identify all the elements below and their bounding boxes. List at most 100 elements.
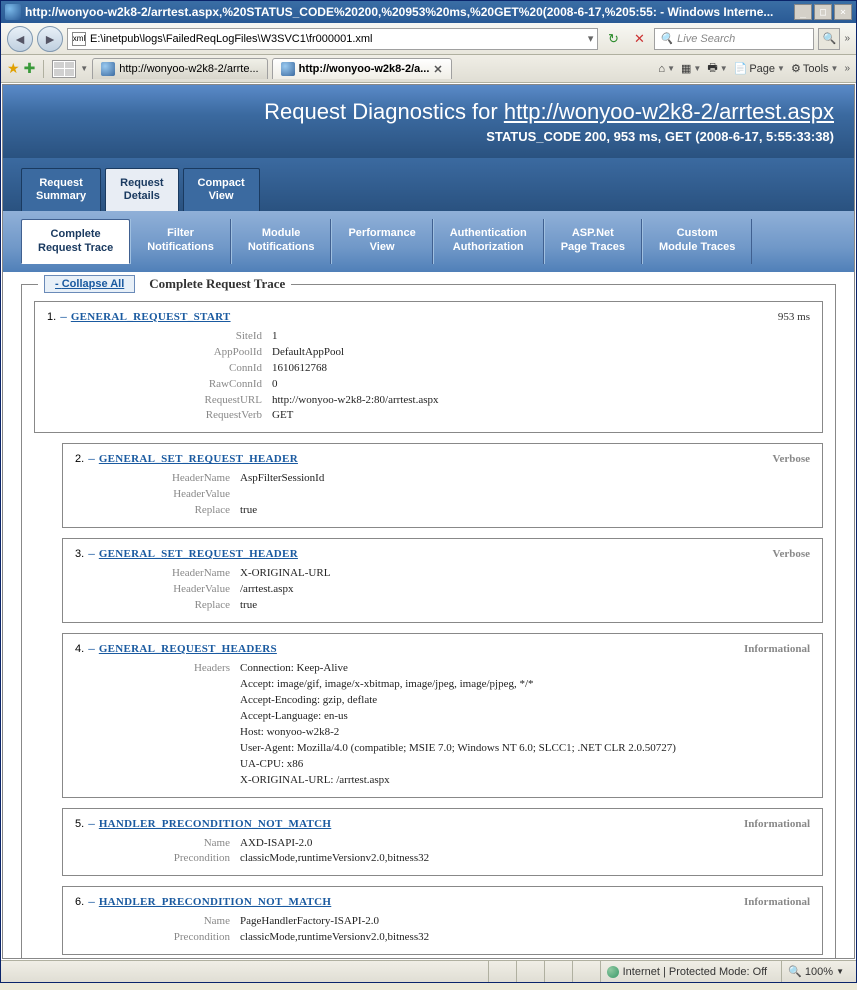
address-text: E:\inetpub\logs\FailedReqLogFiles\W3SVC1… xyxy=(90,33,584,45)
trace-event: 2.–GENERAL_SET_REQUEST_HEADERVerboseHead… xyxy=(62,443,823,528)
diagnostics-header: Request Diagnostics for http://wonyoo-w2… xyxy=(3,85,854,158)
trace-fieldset: - Collapse All Complete Request Trace 1.… xyxy=(21,284,836,959)
tab-request-details[interactable]: Request Details xyxy=(105,168,178,211)
collapse-all-button[interactable]: - Collapse All xyxy=(44,275,135,293)
collapse-toggle[interactable]: – xyxy=(88,452,95,465)
event-value: 1610612768 xyxy=(272,361,810,377)
gear-icon: ⚙ xyxy=(791,62,801,75)
subtab-filter-notifications[interactable]: Filter Notifications xyxy=(130,219,231,263)
event-value: http://wonyoo-w2k8-2:80/arrtest.aspx xyxy=(272,393,810,409)
collapse-toggle[interactable]: – xyxy=(88,817,95,830)
event-number: 1. xyxy=(47,311,56,323)
event-name-link[interactable]: GENERAL_SET_REQUEST_HEADER xyxy=(99,548,298,560)
collapse-toggle[interactable]: – xyxy=(88,642,95,655)
maximize-button[interactable]: □ xyxy=(814,4,832,20)
close-tab-icon[interactable]: ✕ xyxy=(433,63,442,76)
event-level: Verbose xyxy=(773,453,810,465)
stop-button[interactable]: ✕ xyxy=(628,28,650,50)
forward-button[interactable]: ► xyxy=(37,26,63,52)
event-key: Name xyxy=(75,914,240,930)
event-name-link[interactable]: HANDLER_PRECONDITION_NOT_MATCH xyxy=(99,818,331,830)
event-key: Headers xyxy=(75,661,240,789)
titlebar: http://wonyoo-w2k8-2/arrtest.aspx,%20STA… xyxy=(1,1,856,23)
favorites-icon[interactable]: ★ xyxy=(7,60,20,77)
request-url-link[interactable]: http://wonyoo-w2k8-2/arrtest.aspx xyxy=(504,99,834,124)
search-placeholder: Live Search xyxy=(677,33,735,45)
content-area: Request Diagnostics for http://wonyoo-w2… xyxy=(2,84,855,959)
event-name-link[interactable]: GENERAL_REQUEST_HEADERS xyxy=(99,643,277,655)
subtab-auth[interactable]: Authentication Authorization xyxy=(433,219,544,263)
subtab-performance-view[interactable]: Performance View xyxy=(331,219,432,263)
separator xyxy=(43,60,44,78)
event-value: classicMode,runtimeVersionv2.0,bitness32 xyxy=(240,851,810,867)
subtab-custom-traces[interactable]: Custom Module Traces xyxy=(642,219,752,263)
page-title: Request Diagnostics for http://wonyoo-w2… xyxy=(23,99,834,125)
page-icon: 📄 xyxy=(734,62,748,75)
event-level: Informational xyxy=(744,818,810,830)
home-icon: ⌂ xyxy=(658,63,665,75)
main-panel: - Collapse All Complete Request Trace 1.… xyxy=(3,272,854,959)
collapse-toggle[interactable]: – xyxy=(88,547,95,560)
ie-page-icon xyxy=(281,62,295,76)
event-key: HeaderValue xyxy=(75,582,240,598)
sub-tab-row: Complete Request Trace Filter Notificati… xyxy=(3,211,854,271)
back-button[interactable]: ◄ xyxy=(7,26,33,52)
sb-done xyxy=(7,961,480,982)
event-key: AppPoolId xyxy=(47,345,272,361)
events-list: 1.–GENERAL_REQUEST_START953 msSiteId1App… xyxy=(34,301,823,956)
sb-zoom[interactable]: 🔍 100% ▼ xyxy=(781,961,850,982)
event-key: RequestVerb xyxy=(47,408,272,424)
event-key: RawConnId xyxy=(47,377,272,393)
close-button[interactable]: × xyxy=(834,4,852,20)
rss-icon: ▦ xyxy=(681,62,691,75)
tab-active[interactable]: http://wonyoo-w2k8-2/a... ✕ xyxy=(272,58,452,79)
event-key: Name xyxy=(75,836,240,852)
event-key: RequestURL xyxy=(47,393,272,409)
print-button[interactable]: 🖶▼ xyxy=(707,59,727,78)
collapse-toggle[interactable]: – xyxy=(60,310,67,323)
add-favorite-icon[interactable]: ✚ xyxy=(24,60,36,77)
chevron-icon[interactable]: » xyxy=(844,63,850,74)
search-go-button[interactable]: 🔍 xyxy=(818,28,840,50)
tools-menu[interactable]: ⚙Tools▼ xyxy=(791,62,838,75)
subtab-aspnet-traces[interactable]: ASP.Net Page Traces xyxy=(544,219,642,263)
event-value: AspFilterSessionId xyxy=(240,471,810,487)
chevron-icon[interactable]: » xyxy=(844,33,850,44)
minimize-button[interactable]: _ xyxy=(794,4,812,20)
trace-event: 1.–GENERAL_REQUEST_START953 msSiteId1App… xyxy=(34,301,823,434)
search-icon: 🔍 xyxy=(659,32,673,45)
search-box[interactable]: 🔍 Live Search xyxy=(654,28,814,50)
event-value: /arrtest.aspx xyxy=(240,582,810,598)
tab-request-summary[interactable]: Request Summary xyxy=(21,168,101,211)
refresh-button[interactable]: ↻ xyxy=(602,28,624,50)
event-key: Precondition xyxy=(75,930,240,946)
event-name-link[interactable]: GENERAL_REQUEST_START xyxy=(71,311,231,323)
event-name-link[interactable]: GENERAL_SET_REQUEST_HEADER xyxy=(99,453,298,465)
panel-title: Complete Request Trace xyxy=(149,276,285,292)
event-key: Replace xyxy=(75,503,240,519)
home-button[interactable]: ⌂▼ xyxy=(658,63,675,75)
print-icon: 🖶 xyxy=(707,59,717,78)
subtab-module-notifications[interactable]: Module Notifications xyxy=(231,219,332,263)
fieldset-legend: - Collapse All Complete Request Trace xyxy=(38,275,291,293)
event-value xyxy=(240,487,810,503)
event-number: 3. xyxy=(75,548,84,560)
event-name-link[interactable]: HANDLER_PRECONDITION_NOT_MATCH xyxy=(99,896,331,908)
window-title: http://wonyoo-w2k8-2/arrtest.aspx,%20STA… xyxy=(25,5,794,19)
tab-compact-view[interactable]: Compact View xyxy=(183,168,260,211)
event-key: SiteId xyxy=(47,329,272,345)
collapse-toggle[interactable]: – xyxy=(88,895,95,908)
address-dropdown[interactable]: ▾ xyxy=(588,32,594,45)
address-bar[interactable]: xml E:\inetpub\logs\FailedReqLogFiles\W3… xyxy=(67,28,598,50)
quick-tabs-dropdown[interactable]: ▼ xyxy=(80,64,88,73)
nav-toolbar: ◄ ► xml E:\inetpub\logs\FailedReqLogFile… xyxy=(1,23,856,55)
tab-inactive[interactable]: http://wonyoo-w2k8-2/arrte... xyxy=(92,58,267,79)
feeds-button[interactable]: ▦▼ xyxy=(681,62,701,75)
quick-tabs-button[interactable] xyxy=(52,60,76,78)
subtab-complete-trace[interactable]: Complete Request Trace xyxy=(21,219,130,263)
event-value: true xyxy=(240,503,810,519)
page-menu[interactable]: 📄Page▼ xyxy=(734,62,785,75)
event-value: true xyxy=(240,598,810,614)
top-tab-row: Request Summary Request Details Compact … xyxy=(3,158,854,211)
event-value: DefaultAppPool xyxy=(272,345,810,361)
